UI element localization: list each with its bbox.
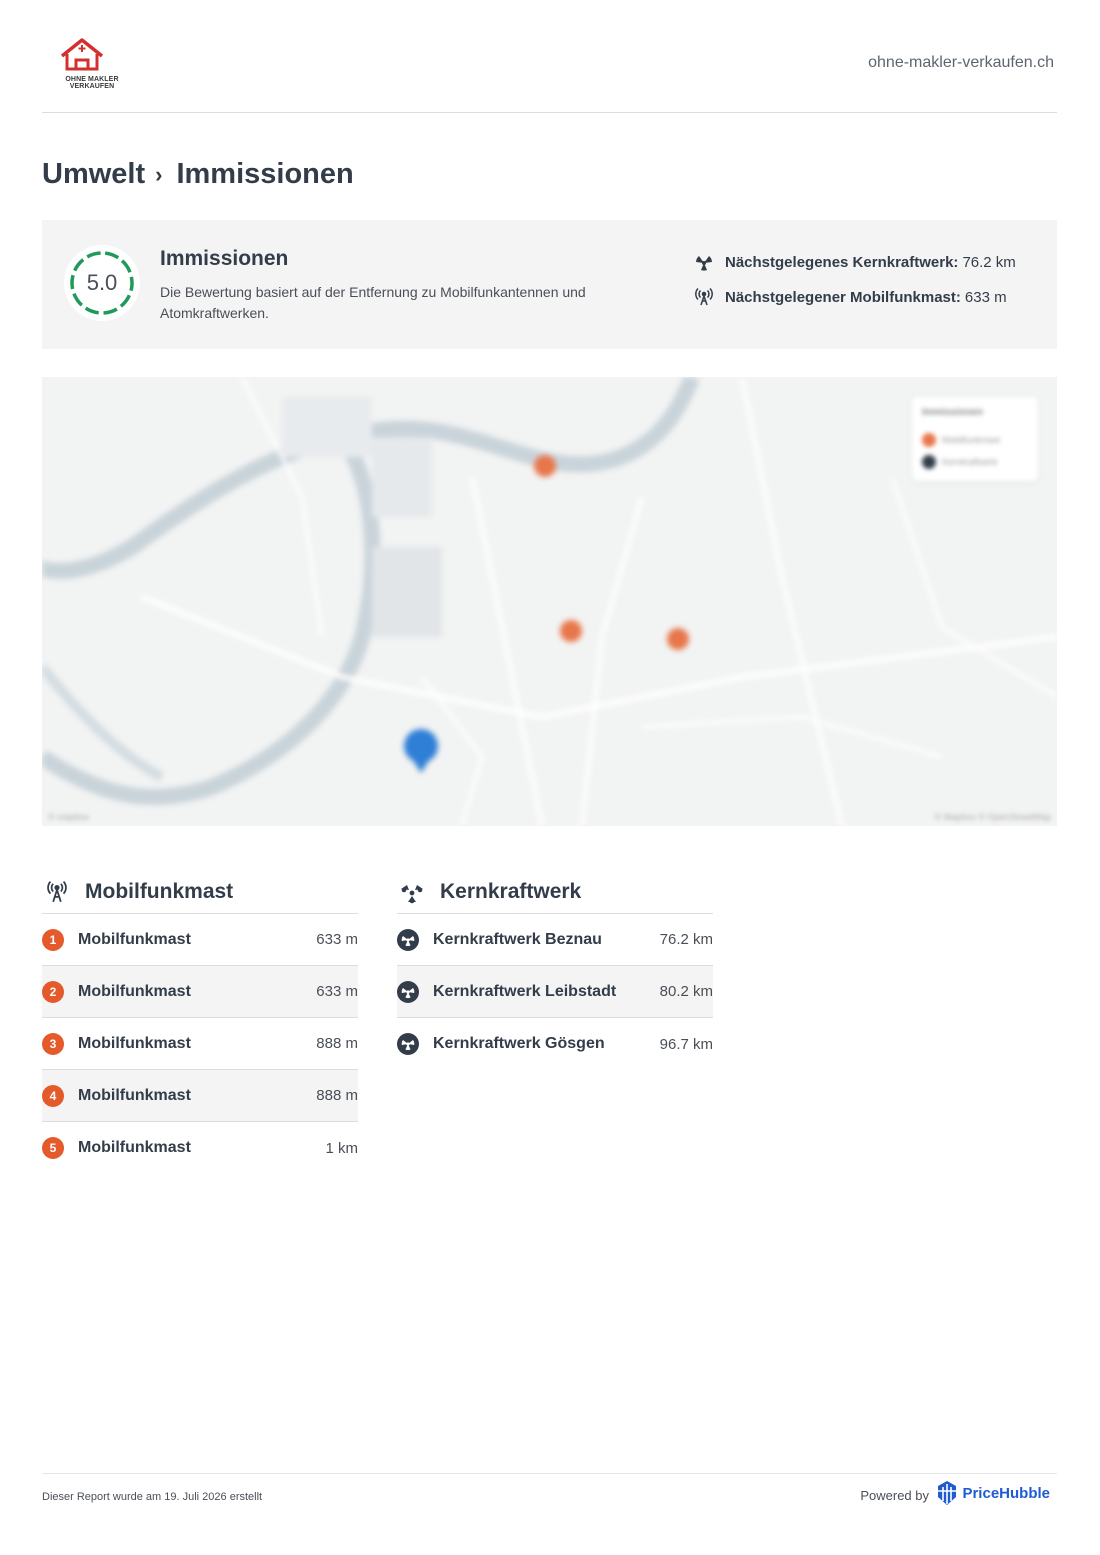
orange-dot-icon bbox=[922, 433, 936, 447]
score-card: 5.0 Immissionen Die Bewertung basiert au… bbox=[42, 220, 1057, 349]
breadcrumb-current: Immissionen bbox=[176, 158, 354, 190]
card-title: Immissionen bbox=[160, 247, 289, 270]
row-distance: 888 m bbox=[316, 1035, 358, 1052]
breadcrumb-parent[interactable]: Umwelt bbox=[42, 158, 145, 191]
radiation-icon bbox=[694, 252, 714, 272]
stat-label: Nächstgelegenes Kernkraftwerk: bbox=[725, 253, 959, 271]
company-logo: OHNE MAKLER VERKAUFEN bbox=[52, 36, 119, 96]
row-distance: 633 m bbox=[316, 983, 358, 1000]
list-item[interactable]: 2 Mobilfunkmast 633 m bbox=[42, 966, 358, 1018]
nuclear-list-title: Kernkraftwerk bbox=[440, 879, 582, 903]
row-distance: 1 km bbox=[325, 1139, 358, 1157]
list-item[interactable]: Kernkraftwerk Beznau 76.2 km bbox=[397, 914, 713, 966]
legend-title: Immissionen bbox=[922, 407, 984, 418]
map-attribution-right[interactable]: © Mapbox © OpenStreetMap bbox=[935, 812, 1051, 822]
map-base bbox=[42, 377, 1057, 826]
legend-item-label: Mobilfunkmast bbox=[942, 435, 1001, 445]
radiation-icon bbox=[397, 877, 427, 907]
stat-nearest-antenna: Nächstgelegener Mobilfunkmast: 633 m bbox=[694, 287, 1007, 307]
pricehubble-mark-icon bbox=[938, 1481, 957, 1505]
legend-item: Mobilfunkmast bbox=[922, 433, 1000, 447]
row-name: Kernkraftwerk Gösgen bbox=[433, 1035, 605, 1052]
chevron-right-icon: › bbox=[155, 161, 163, 187]
dark-dot-icon bbox=[922, 455, 936, 469]
row-name: Mobilfunkmast bbox=[78, 1034, 191, 1052]
breadcrumb: Umwelt › Immissionen bbox=[42, 158, 354, 191]
number-badge: 5 bbox=[42, 1137, 64, 1159]
row-distance: 80.2 km bbox=[659, 983, 713, 1000]
logo-text-line1: OHNE MAKLER bbox=[65, 76, 119, 83]
antenna-icon bbox=[42, 877, 72, 907]
antenna-list-title: Mobilfunkmast bbox=[85, 879, 234, 903]
list-item[interactable]: 4 Mobilfunkmast 888 m bbox=[42, 1070, 358, 1122]
row-distance: 96.7 km bbox=[659, 1035, 713, 1053]
radiation-badge-icon bbox=[397, 928, 419, 951]
row-name: Mobilfunkmast bbox=[78, 930, 191, 948]
row-distance: 888 m bbox=[316, 1087, 358, 1104]
row-distance: 76.2 km bbox=[659, 931, 713, 948]
house-logo-icon bbox=[60, 38, 104, 71]
map-attribution-left: © mapbox bbox=[48, 812, 90, 822]
radiation-badge-icon bbox=[397, 980, 419, 1003]
page-header: OHNE MAKLER VERKAUFEN ohne-makler-verkau… bbox=[42, 36, 1057, 113]
antenna-icon bbox=[694, 287, 714, 307]
report-date-note: Dieser Report wurde am 19. Juli 2026 ers… bbox=[42, 1491, 263, 1503]
map-legend: Immissionen Mobilfunkmast Kernkraftwerk bbox=[912, 397, 1038, 481]
score-gauge: 5.0 bbox=[64, 245, 140, 321]
list-item[interactable]: Kernkraftwerk Gösgen 96.7 km bbox=[397, 1018, 713, 1070]
row-name: Kernkraftwerk Beznau bbox=[433, 930, 602, 948]
number-badge: 1 bbox=[42, 928, 64, 951]
row-distance: 633 m bbox=[316, 931, 358, 948]
stat-nearest-nuclear: Nächstgelegenes Kernkraftwerk: 76.2 km bbox=[694, 252, 1016, 272]
legend-item-label: Kernkraftwerk bbox=[942, 457, 998, 467]
pricehubble-logo[interactable]: PriceHubble bbox=[936, 1480, 1050, 1506]
stat-value: 76.2 km bbox=[962, 253, 1016, 271]
nuclear-list-header: Kernkraftwerk bbox=[397, 870, 713, 914]
list-item[interactable]: 1 Mobilfunkmast 633 m bbox=[42, 914, 358, 966]
legend-item: Kernkraftwerk bbox=[922, 455, 998, 469]
stat-value: 633 m bbox=[964, 288, 1007, 306]
stat-label: Nächstgelegener Mobilfunkmast: bbox=[725, 288, 961, 306]
number-badge: 2 bbox=[42, 980, 64, 1003]
list-item[interactable]: 3 Mobilfunkmast 888 m bbox=[42, 1018, 358, 1070]
radiation-badge-icon bbox=[397, 1033, 419, 1055]
nuclear-list: Kernkraftwerk Kernkraftwerk Beznau 76.2 … bbox=[397, 870, 713, 1070]
row-name: Kernkraftwerk Leibstadt bbox=[433, 982, 617, 1000]
card-description: Die Bewertung basiert auf der Entfernung… bbox=[160, 284, 586, 321]
list-item[interactable]: Kernkraftwerk Leibstadt 80.2 km bbox=[397, 966, 713, 1018]
list-item[interactable]: 5 Mobilfunkmast 1 km bbox=[42, 1122, 358, 1174]
row-name: Mobilfunkmast bbox=[78, 1086, 191, 1104]
score-value: 5.0 bbox=[86, 270, 118, 295]
row-name: Mobilfunkmast bbox=[78, 982, 191, 1000]
page-footer: Dieser Report wurde am 19. Juli 2026 ers… bbox=[42, 1473, 1057, 1523]
antenna-list: Mobilfunkmast 1 Mobilfunkmast 633 m 2 Mo… bbox=[42, 870, 358, 1174]
powered-by-label: Powered by bbox=[860, 1488, 929, 1503]
number-badge: 4 bbox=[42, 1084, 64, 1107]
number-badge: 3 bbox=[42, 1032, 64, 1055]
map-view[interactable]: Immissionen Mobilfunkmast Kernkraftwerk … bbox=[42, 377, 1057, 826]
antenna-list-header: Mobilfunkmast bbox=[42, 870, 358, 914]
site-url[interactable]: ohne-makler-verkaufen.ch bbox=[868, 54, 1054, 72]
brand-name: PriceHubble bbox=[962, 1484, 1050, 1502]
logo-text-line2: VERKAUFEN bbox=[69, 83, 115, 90]
row-name: Mobilfunkmast bbox=[78, 1139, 191, 1156]
